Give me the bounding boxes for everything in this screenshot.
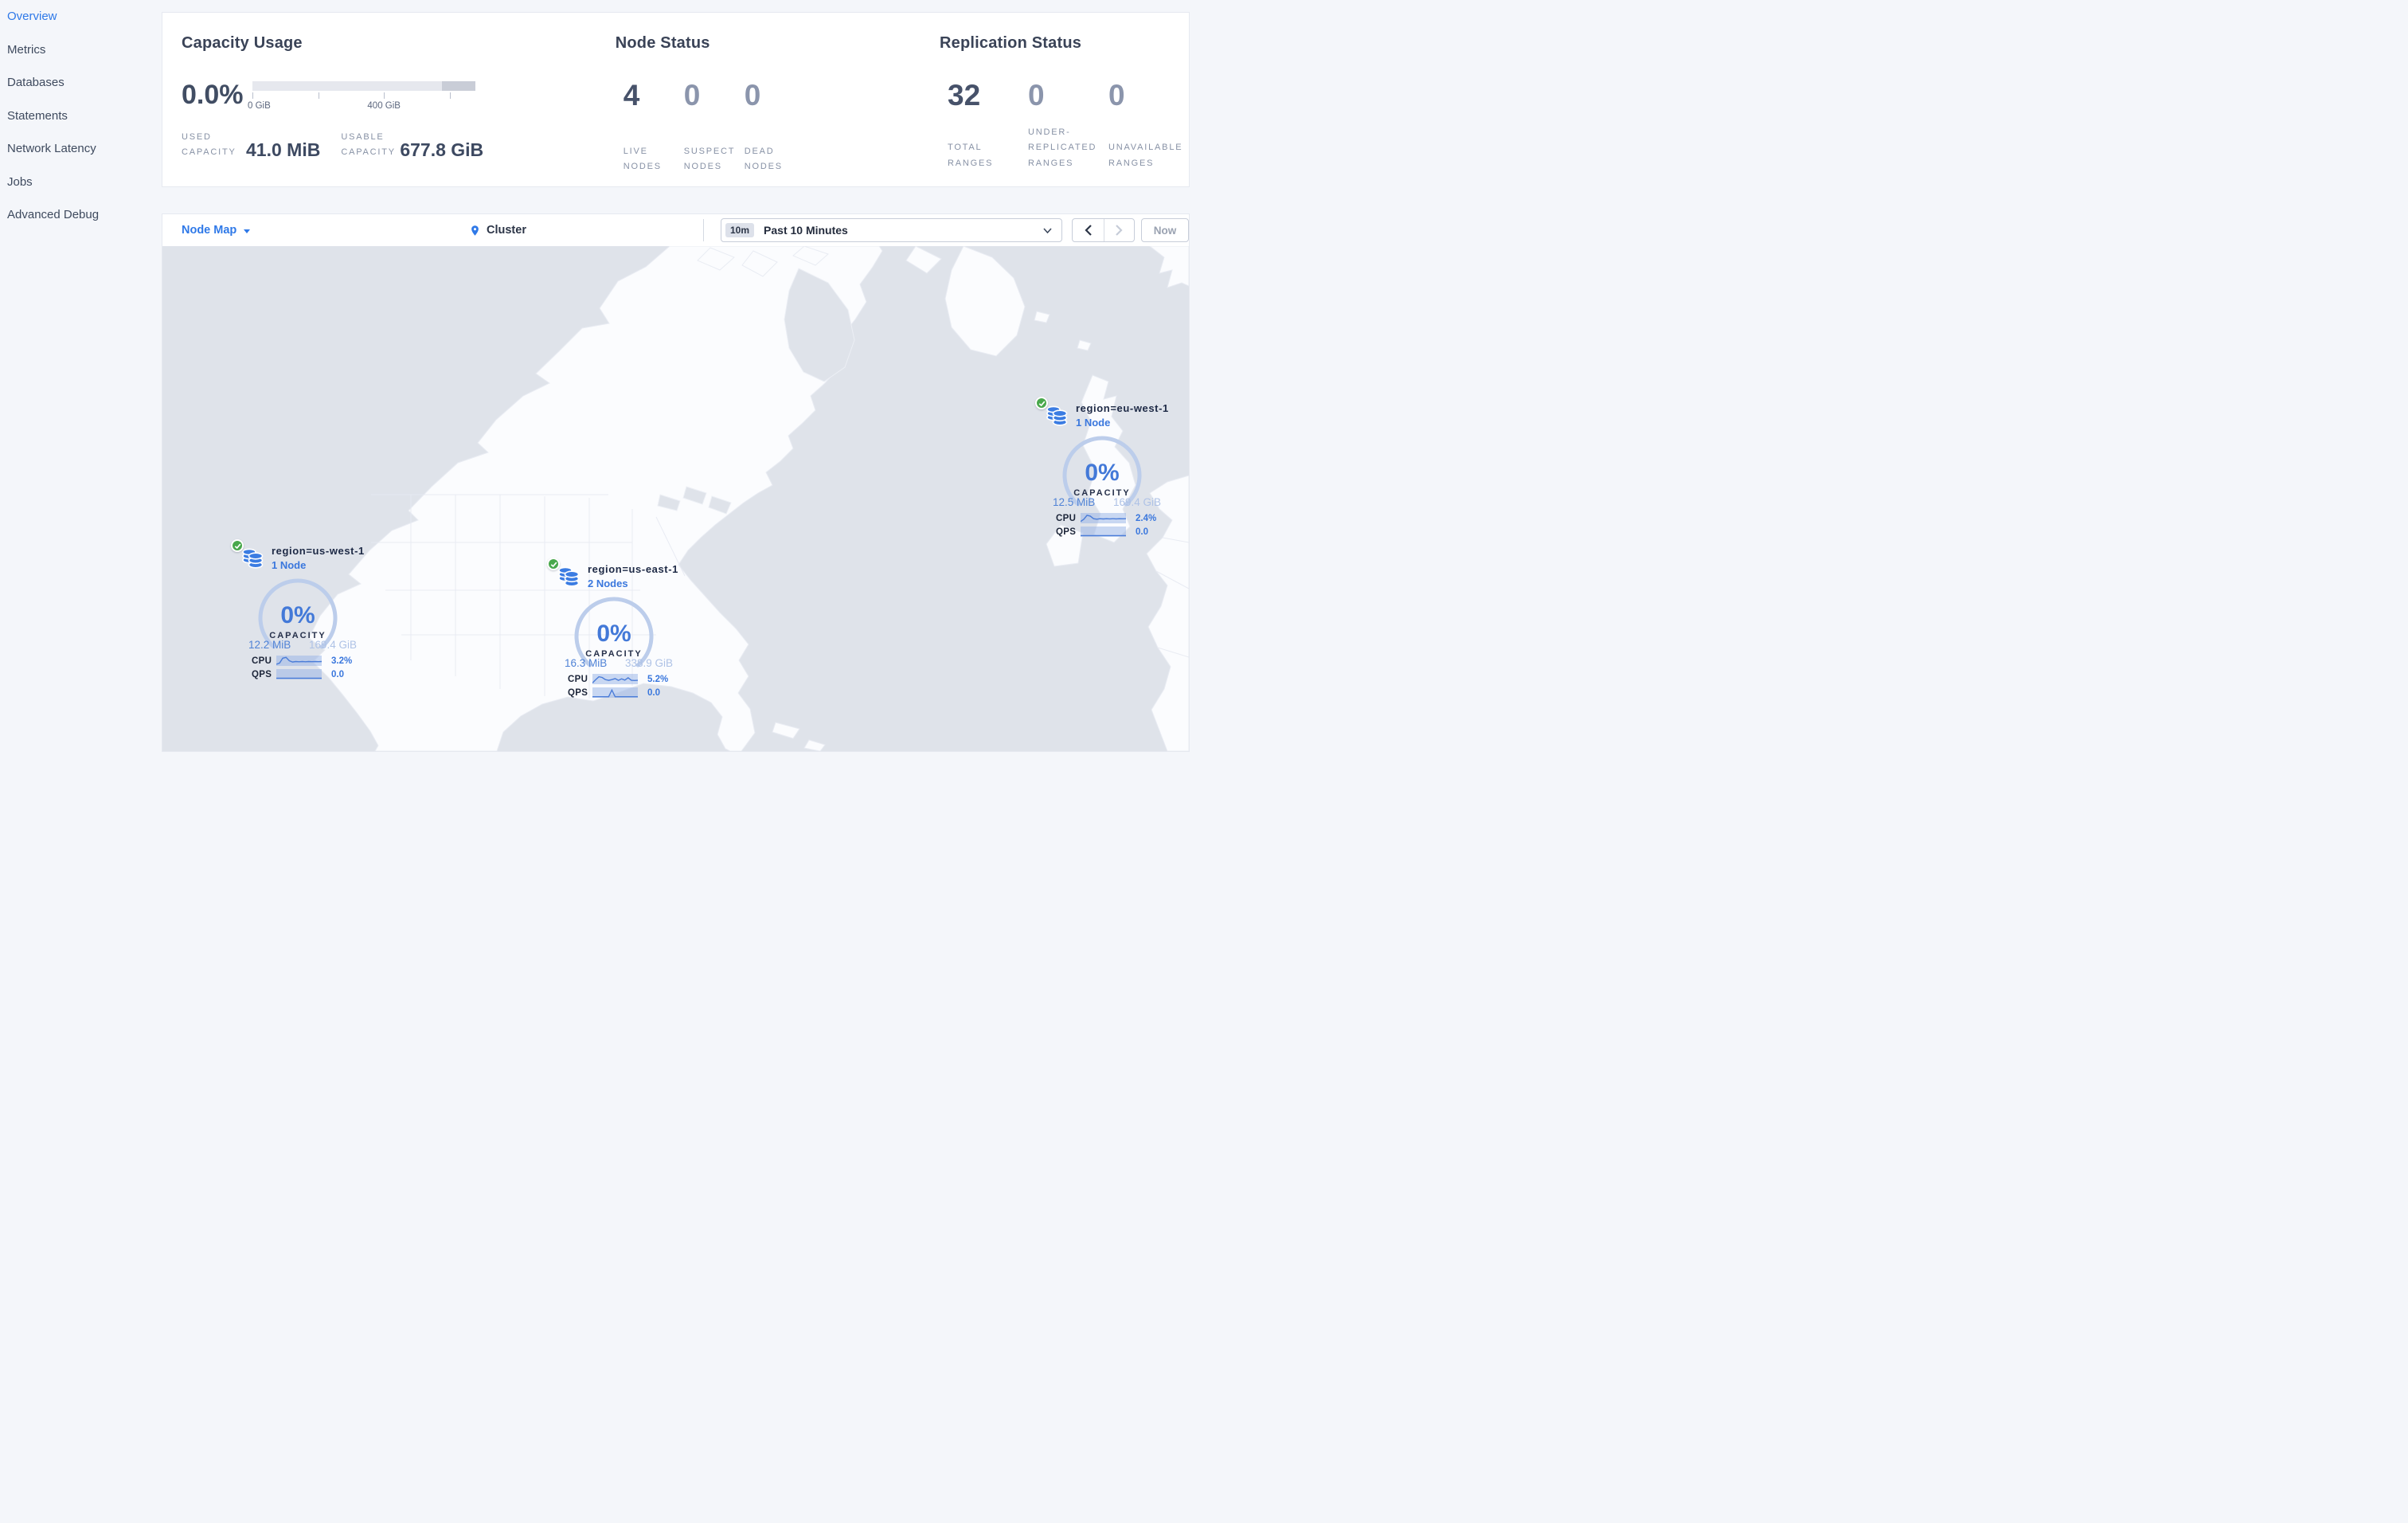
time-pager (1072, 218, 1135, 242)
region-used-capacity: 12.5 MiB (1053, 496, 1096, 508)
database-icon (558, 566, 580, 587)
region-used-capacity: 16.3 MiB (565, 657, 608, 669)
capacity-bar-reserved-segment (442, 81, 475, 91)
under-replicated-ranges-label: UNDER-REPLICATED RANGES (1028, 127, 1097, 168)
dead-nodes-count: 0 (744, 79, 761, 112)
region-total-capacity: 169.4 GiB (308, 639, 357, 651)
replication-status-section: Replication Status 32 0 0 TOTAL RANGES U… (922, 13, 1189, 186)
sidebar-item-statements[interactable]: Statements (0, 100, 162, 133)
node-map-toolbar: Node Map Cluster 10m Past 10 Minutes Now (162, 214, 1189, 246)
region-node-count: 2 Nodes (588, 577, 628, 589)
region-marker-us-east-1[interactable]: region=us-east-1 2 Nodes 0% CAPACITY 16.… (547, 558, 682, 698)
region-name: region=us-west-1 (272, 545, 365, 557)
sidebar-item-advanced-debug[interactable]: Advanced Debug (0, 198, 162, 232)
region-used-capacity: 12.2 MiB (248, 639, 291, 651)
now-button[interactable]: Now (1141, 218, 1189, 242)
region-total-capacity: 169.4 GiB (1112, 496, 1161, 508)
replication-status-title: Replication Status (940, 34, 1082, 52)
unavailable-ranges-count: 0 (1108, 79, 1125, 112)
sidebar-item-network-latency[interactable]: Network Latency (0, 132, 162, 166)
region-name: region=us-east-1 (588, 563, 678, 575)
capacity-usage-section: Capacity Usage 0.0% 0 GiB 400 GiB USED C… (162, 13, 596, 186)
cpu-label: CPU (568, 674, 588, 684)
node-status-title: Node Status (615, 34, 710, 52)
qps-sparkline (1081, 527, 1126, 537)
cpu-sparkline (276, 656, 322, 666)
gauge-percent: 0% (596, 621, 631, 647)
cpu-label: CPU (252, 656, 272, 666)
qps-label: QPS (1056, 527, 1077, 537)
region-node-count: 1 Node (1076, 417, 1111, 429)
unavailable-ranges-label: UNAVAILABLE RANGES (1108, 143, 1183, 168)
qps-value: 0.0 (331, 669, 344, 679)
suspect-nodes-count: 0 (683, 79, 701, 112)
sidebar-item-metrics[interactable]: Metrics (0, 33, 162, 67)
qps-value: 0.0 (1136, 527, 1148, 537)
usable-capacity-label: USABLE CAPACITY (341, 132, 396, 158)
gauge-percent: 0% (280, 602, 315, 628)
view-mode-select[interactable]: Node Map (182, 214, 251, 246)
breadcrumb-label: Cluster (487, 224, 526, 237)
healthy-check-icon (231, 539, 244, 552)
qps-label: QPS (568, 687, 588, 698)
breadcrumb[interactable]: Cluster (469, 214, 526, 246)
sidebar-item-databases[interactable]: Databases (0, 66, 162, 100)
qps-sparkline (592, 687, 638, 698)
time-forward-button[interactable] (1103, 219, 1135, 241)
cpu-label: CPU (1056, 513, 1077, 523)
under-replicated-ranges-count: 0 (1028, 79, 1045, 112)
chevron-right-icon (1115, 225, 1123, 236)
usable-capacity-value: 677.8 GiB (400, 139, 484, 160)
region-marker-us-west-1[interactable]: region=us-west-1 1 Node 0% CAPACITY 12.2… (231, 539, 366, 679)
view-mode-label: Node Map (182, 224, 237, 237)
chevron-left-icon (1085, 225, 1092, 236)
database-icon (242, 548, 264, 569)
live-nodes-label: LIVE NODES (623, 147, 662, 172)
region-marker-eu-west-1[interactable]: region=eu-west-1 1 Node 0% CAPACITY 12.5… (1035, 397, 1170, 537)
qps-value: 0.0 (647, 687, 660, 698)
caret-down-icon (244, 229, 251, 233)
healthy-check-icon (1035, 397, 1048, 409)
cpu-value: 3.2% (331, 656, 353, 666)
sidebar-item-jobs[interactable]: Jobs (0, 166, 162, 199)
healthy-check-icon (547, 558, 560, 570)
sidebar: Overview Metrics Databases Statements Ne… (0, 0, 162, 762)
cpu-sparkline (1081, 513, 1126, 523)
used-capacity-label: USED CAPACITY (182, 132, 236, 158)
dead-nodes-label: DEAD NODES (744, 147, 783, 172)
cpu-value: 5.2% (647, 674, 669, 684)
region-node-count: 1 Node (272, 559, 307, 571)
qps-label: QPS (252, 669, 272, 679)
time-back-button[interactable] (1073, 219, 1104, 241)
qps-sparkline (276, 669, 322, 679)
time-range-label: Past 10 Minutes (764, 224, 848, 237)
cpu-sparkline (592, 674, 638, 684)
gauge-percent: 0% (1085, 460, 1119, 486)
node-status-section: Node Status 4 0 0 LIVE NODES SUSPECT NOD… (596, 13, 922, 186)
location-pin-icon (471, 225, 479, 236)
time-range-dropdown[interactable]: 10m Past 10 Minutes (721, 218, 1062, 242)
time-range-badge: 10m (725, 223, 755, 237)
toolbar-divider (703, 219, 704, 241)
capacity-bar: 0 GiB 400 GiB (248, 75, 475, 112)
chevron-down-icon (1043, 227, 1052, 233)
cluster-summary-card: Capacity Usage 0.0% 0 GiB 400 GiB USED C… (162, 12, 1190, 187)
node-map: region=us-west-1 1 Node 0% CAPACITY 12.2… (162, 246, 1189, 751)
node-map-card: Node Map Cluster 10m Past 10 Minutes Now… (162, 213, 1190, 752)
suspect-nodes-label: SUSPECT NODES (683, 147, 736, 172)
region-name: region=eu-west-1 (1076, 402, 1169, 414)
region-total-capacity: 338.9 GiB (624, 657, 673, 669)
total-ranges-label: TOTAL RANGES (948, 143, 994, 168)
sidebar-item-overview[interactable]: Overview (0, 0, 162, 33)
live-nodes-count: 4 (623, 79, 640, 112)
database-icon (1046, 405, 1068, 426)
used-capacity-value: 41.0 MiB (246, 139, 321, 160)
capacity-usage-title: Capacity Usage (182, 34, 303, 52)
total-ranges-count: 32 (948, 79, 981, 112)
capacity-percent: 0.0% (182, 80, 244, 110)
capacity-axis-label-0: 0 GiB (248, 101, 271, 111)
cpu-value: 2.4% (1136, 513, 1157, 523)
capacity-axis-label-400: 400 GiB (367, 101, 401, 111)
